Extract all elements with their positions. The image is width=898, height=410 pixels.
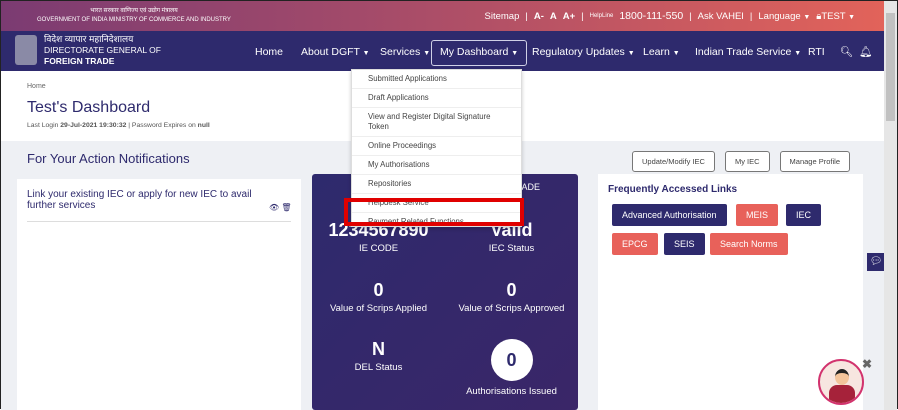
language-dropdown[interactable]: Language ▼ (758, 11, 810, 22)
menu-item-draft-applications[interactable]: Draft Applications (352, 89, 521, 108)
ask-vahei-link[interactable]: Ask VAHEI (698, 11, 744, 22)
link-epcg[interactable]: EPCG (612, 233, 658, 255)
nav-about-dgft[interactable]: About DGFT ▼ (301, 46, 370, 60)
page-title: Test's Dashboard (27, 99, 151, 116)
highlight-box (344, 198, 524, 226)
caret-down-icon: ▼ (423, 50, 431, 57)
emblem-logo[interactable] (15, 35, 37, 65)
scrips-approved-stat: 0 Value of Scrips Approved (458, 280, 565, 314)
helpline-label: HelpLine (589, 13, 614, 19)
brand[interactable]: विदेश व्यापार महानिदेशालय DIRECTORATE GE… (44, 34, 161, 67)
eye-icon[interactable]: 👁︎ (269, 203, 279, 212)
caret-down-icon: ▼ (627, 50, 635, 57)
caret-down-icon: ▼ (803, 13, 811, 21)
caret-down-icon: ▼ (672, 50, 680, 57)
nav-rti[interactable]: RTI (808, 46, 825, 58)
nav-home[interactable]: Home (255, 46, 283, 58)
menu-item-my-authorisations[interactable]: My Authorisations (352, 156, 521, 175)
nav-learn[interactable]: Learn ▼ (643, 46, 680, 60)
link-iec[interactable]: IEC (786, 204, 822, 226)
link-meis[interactable]: MEIS (736, 204, 779, 226)
notification-card: Link your existing IEC or apply for new … (17, 179, 301, 410)
menu-item-repositories[interactable]: Repositories (352, 175, 521, 194)
authorisations-issued-stat: 0 Authorisations Issued (445, 339, 578, 397)
helpline-number[interactable]: 1800-111-550 (619, 10, 683, 22)
nav-services[interactable]: Services ▼ (380, 46, 430, 60)
chat-icon[interactable]: 💬︎ (867, 253, 885, 271)
utility-links: Sitemap | A- A A+ | HelpLine 1800-111-550 |… (484, 10, 855, 22)
vahei-assistant-avatar[interactable] (818, 359, 864, 405)
notification-text[interactable]: Link your existing IEC or apply for new … (27, 189, 267, 211)
scrips-applied-stat: 0 Value of Scrips Applied (330, 280, 427, 314)
top-utility-bar: भारत सरकार वाणिज्य एवं उद्योग मंत्रालय GO… (1, 1, 885, 31)
menu-item-online-proceedings[interactable]: Online Proceedings (352, 137, 521, 156)
user-menu[interactable]: 🔒︎TEST ▼ (816, 11, 855, 22)
font-increase[interactable]: A+ (563, 11, 575, 22)
scrollbar[interactable] (884, 1, 897, 410)
search-icon[interactable]: 🔍︎ (840, 46, 853, 58)
nav-indian-trade-service[interactable]: Indian Trade Service ▼ (695, 46, 801, 60)
link-seis[interactable]: SEIS (664, 233, 705, 255)
scrollbar-thumb[interactable] (886, 13, 895, 121)
sitemap-link[interactable]: Sitemap (485, 11, 520, 22)
caret-down-icon: ▼ (362, 50, 370, 57)
my-iec-button[interactable]: My IEC (724, 151, 770, 172)
nav-regulatory-updates[interactable]: Regulatory Updates ▼ (532, 46, 635, 60)
government-label: भारत सरकार वाणिज्य एवं उद्योग मंत्रालय GO… (37, 8, 231, 23)
menu-item-digital-signature-token[interactable]: View and Register Digital Signature Toke… (352, 108, 521, 137)
font-normal[interactable]: A (550, 11, 557, 22)
nav-my-dashboard[interactable]: My Dashboard ▼ (431, 40, 528, 66)
menu-item-submitted-applications[interactable]: Submitted Applications (352, 70, 521, 89)
main-nav: विदेश व्यापार महानिदेशालय DIRECTORATE GE… (1, 31, 885, 71)
manage-profile-button[interactable]: Manage Profile (779, 151, 850, 172)
close-icon[interactable]: ✖ (862, 357, 872, 371)
del-status-stat: N DEL Status (354, 339, 403, 373)
trash-icon[interactable]: 🗑︎ (281, 203, 291, 212)
link-search-norms[interactable]: Search Norms (710, 233, 788, 255)
notifications-title: For Your Action Notifications (27, 151, 190, 166)
divider (27, 221, 291, 222)
bell-icon[interactable]: 🔔︎ (859, 46, 872, 58)
link-advanced-authorisation[interactable]: Advanced Authorisation (612, 204, 727, 226)
font-decrease[interactable]: A- (534, 11, 544, 22)
update-modify-iec-button[interactable]: Update/Modify IEC (632, 151, 715, 172)
breadcrumb[interactable]: Home (27, 83, 46, 90)
caret-down-icon: ▼ (848, 13, 855, 21)
last-login-info: Last Login 29-Jul-2021 19:30:32 | Passwo… (27, 122, 210, 129)
caret-down-icon: ▼ (511, 50, 519, 57)
caret-down-icon: ▼ (794, 50, 802, 57)
